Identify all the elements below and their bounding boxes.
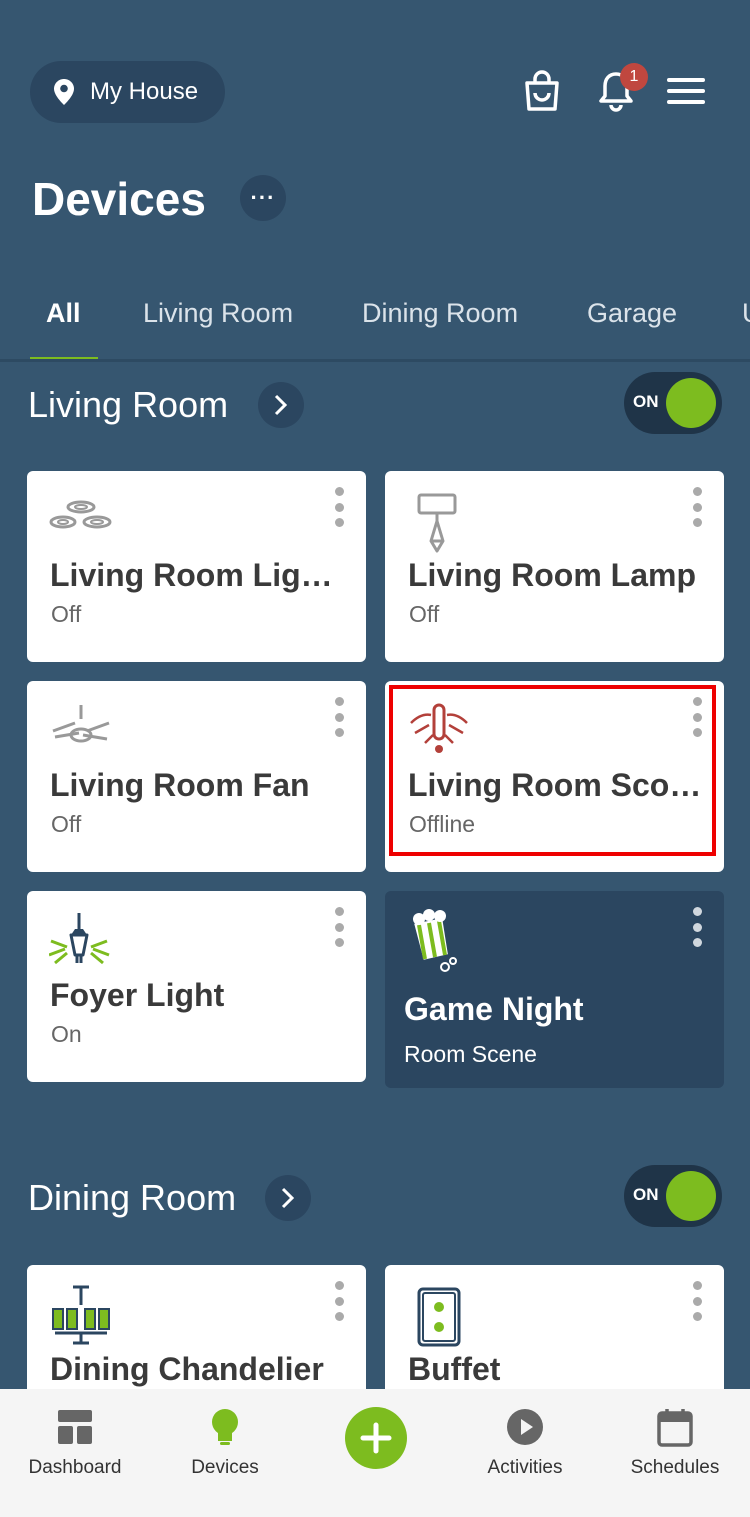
nav-label: Activities bbox=[487, 1457, 563, 1478]
top-bar: My House 1 bbox=[30, 61, 720, 123]
lamp-icon bbox=[417, 493, 457, 553]
device-status: Off bbox=[409, 601, 440, 627]
device-status: Off bbox=[51, 601, 82, 627]
card-menu-button[interactable] bbox=[690, 1281, 704, 1321]
device-name: Buffet bbox=[408, 1351, 501, 1387]
device-name: Living Room Sco… bbox=[408, 767, 702, 803]
device-name: Living Room Ligh… bbox=[50, 557, 350, 593]
toggle-knob bbox=[666, 1171, 716, 1221]
tab-dining-room[interactable]: Dining Room bbox=[362, 298, 518, 329]
location-selector[interactable]: My House bbox=[30, 61, 225, 123]
calendar-icon bbox=[657, 1409, 693, 1447]
nav-activities[interactable]: Activities bbox=[450, 1407, 600, 1479]
sconce-offline-icon bbox=[410, 703, 468, 753]
toggle-knob bbox=[666, 378, 716, 428]
chevron-right-icon bbox=[274, 394, 288, 416]
active-tab-indicator bbox=[30, 357, 98, 359]
nav-schedules[interactable]: Schedules bbox=[600, 1407, 750, 1479]
recessed-lights-icon bbox=[49, 500, 112, 529]
tab-all[interactable]: All bbox=[46, 298, 81, 329]
shop-button[interactable] bbox=[520, 69, 564, 113]
room-power-toggle[interactable]: ON bbox=[624, 372, 722, 434]
bulb-icon bbox=[212, 1409, 238, 1445]
nav-label: Dashboard bbox=[28, 1457, 122, 1478]
scene-name: Game Night bbox=[404, 991, 584, 1027]
room-tabs: All Living Room Dining Room Garage U bbox=[0, 290, 750, 362]
chevron-right-icon bbox=[281, 1187, 295, 1209]
toggle-label: ON bbox=[633, 392, 659, 411]
section-title: Living Room bbox=[28, 384, 229, 425]
tab-overflow[interactable]: U bbox=[742, 298, 750, 329]
location-label: My House bbox=[90, 78, 199, 105]
menu-button[interactable] bbox=[664, 69, 708, 113]
card-menu-button[interactable] bbox=[690, 697, 704, 737]
device-name: Dining Chandelier bbox=[50, 1351, 324, 1387]
nav-dashboard[interactable]: Dashboard bbox=[0, 1407, 150, 1479]
toggle-label: ON bbox=[633, 1185, 659, 1204]
scene-card[interactable]: Game Night Room Scene bbox=[385, 891, 724, 1088]
shopping-bag-icon bbox=[525, 70, 559, 111]
open-room-button[interactable] bbox=[265, 1175, 311, 1221]
notification-badge: 1 bbox=[620, 63, 648, 91]
section-header-living-room: Living Room ON bbox=[28, 372, 722, 434]
device-card[interactable]: Foyer Light On bbox=[27, 891, 366, 1082]
device-status: On bbox=[51, 1021, 82, 1047]
tab-living-room[interactable]: Living Room bbox=[143, 298, 293, 329]
ceiling-fan-icon bbox=[52, 705, 110, 743]
device-status: Offline bbox=[409, 811, 476, 837]
play-icon bbox=[507, 1409, 543, 1445]
device-name: Foyer Light bbox=[50, 977, 225, 1013]
card-menu-button[interactable] bbox=[332, 487, 346, 527]
scene-type: Room Scene bbox=[404, 1041, 537, 1067]
device-card-selected[interactable]: Living Room Sco… Offline bbox=[385, 681, 724, 872]
popcorn-icon bbox=[411, 909, 457, 972]
nav-label: Devices bbox=[191, 1457, 259, 1478]
card-menu-button[interactable] bbox=[332, 1281, 346, 1321]
card-menu-button[interactable] bbox=[332, 697, 346, 737]
page-title: Devices bbox=[32, 173, 206, 225]
add-icon bbox=[360, 1422, 392, 1454]
device-card[interactable]: Living Room Ligh… Off bbox=[27, 471, 366, 662]
card-menu-button[interactable] bbox=[690, 907, 704, 947]
device-name: Living Room Lamp bbox=[408, 557, 696, 593]
pendant-light-icon bbox=[49, 913, 110, 965]
room-power-toggle[interactable]: ON bbox=[624, 1165, 722, 1227]
more-options-button[interactable]: ··· bbox=[240, 175, 286, 221]
location-pin-icon bbox=[54, 79, 74, 105]
card-menu-button[interactable] bbox=[690, 487, 704, 527]
dashboard-icon bbox=[58, 1410, 92, 1444]
open-room-button[interactable] bbox=[258, 382, 304, 428]
nav-label: Schedules bbox=[630, 1457, 720, 1478]
device-name: Living Room Fan bbox=[50, 767, 310, 803]
hamburger-menu-icon bbox=[667, 78, 705, 104]
bottom-navigation: Dashboard Devices Activities Schedules bbox=[0, 1389, 750, 1517]
section-header-dining-room: Dining Room ON bbox=[28, 1165, 722, 1227]
device-card[interactable]: Living Room Fan Off bbox=[27, 681, 366, 872]
chandelier-icon bbox=[52, 1285, 110, 1345]
outlet-icon bbox=[417, 1287, 461, 1347]
nav-devices[interactable]: Devices bbox=[150, 1407, 300, 1479]
device-status: Off bbox=[51, 811, 82, 837]
notifications-button[interactable]: 1 bbox=[594, 63, 648, 113]
device-card[interactable]: Living Room Lamp Off bbox=[385, 471, 724, 662]
section-title: Dining Room bbox=[28, 1177, 237, 1218]
card-menu-button[interactable] bbox=[332, 907, 346, 947]
add-button[interactable] bbox=[345, 1407, 407, 1469]
tab-garage[interactable]: Garage bbox=[587, 298, 677, 329]
